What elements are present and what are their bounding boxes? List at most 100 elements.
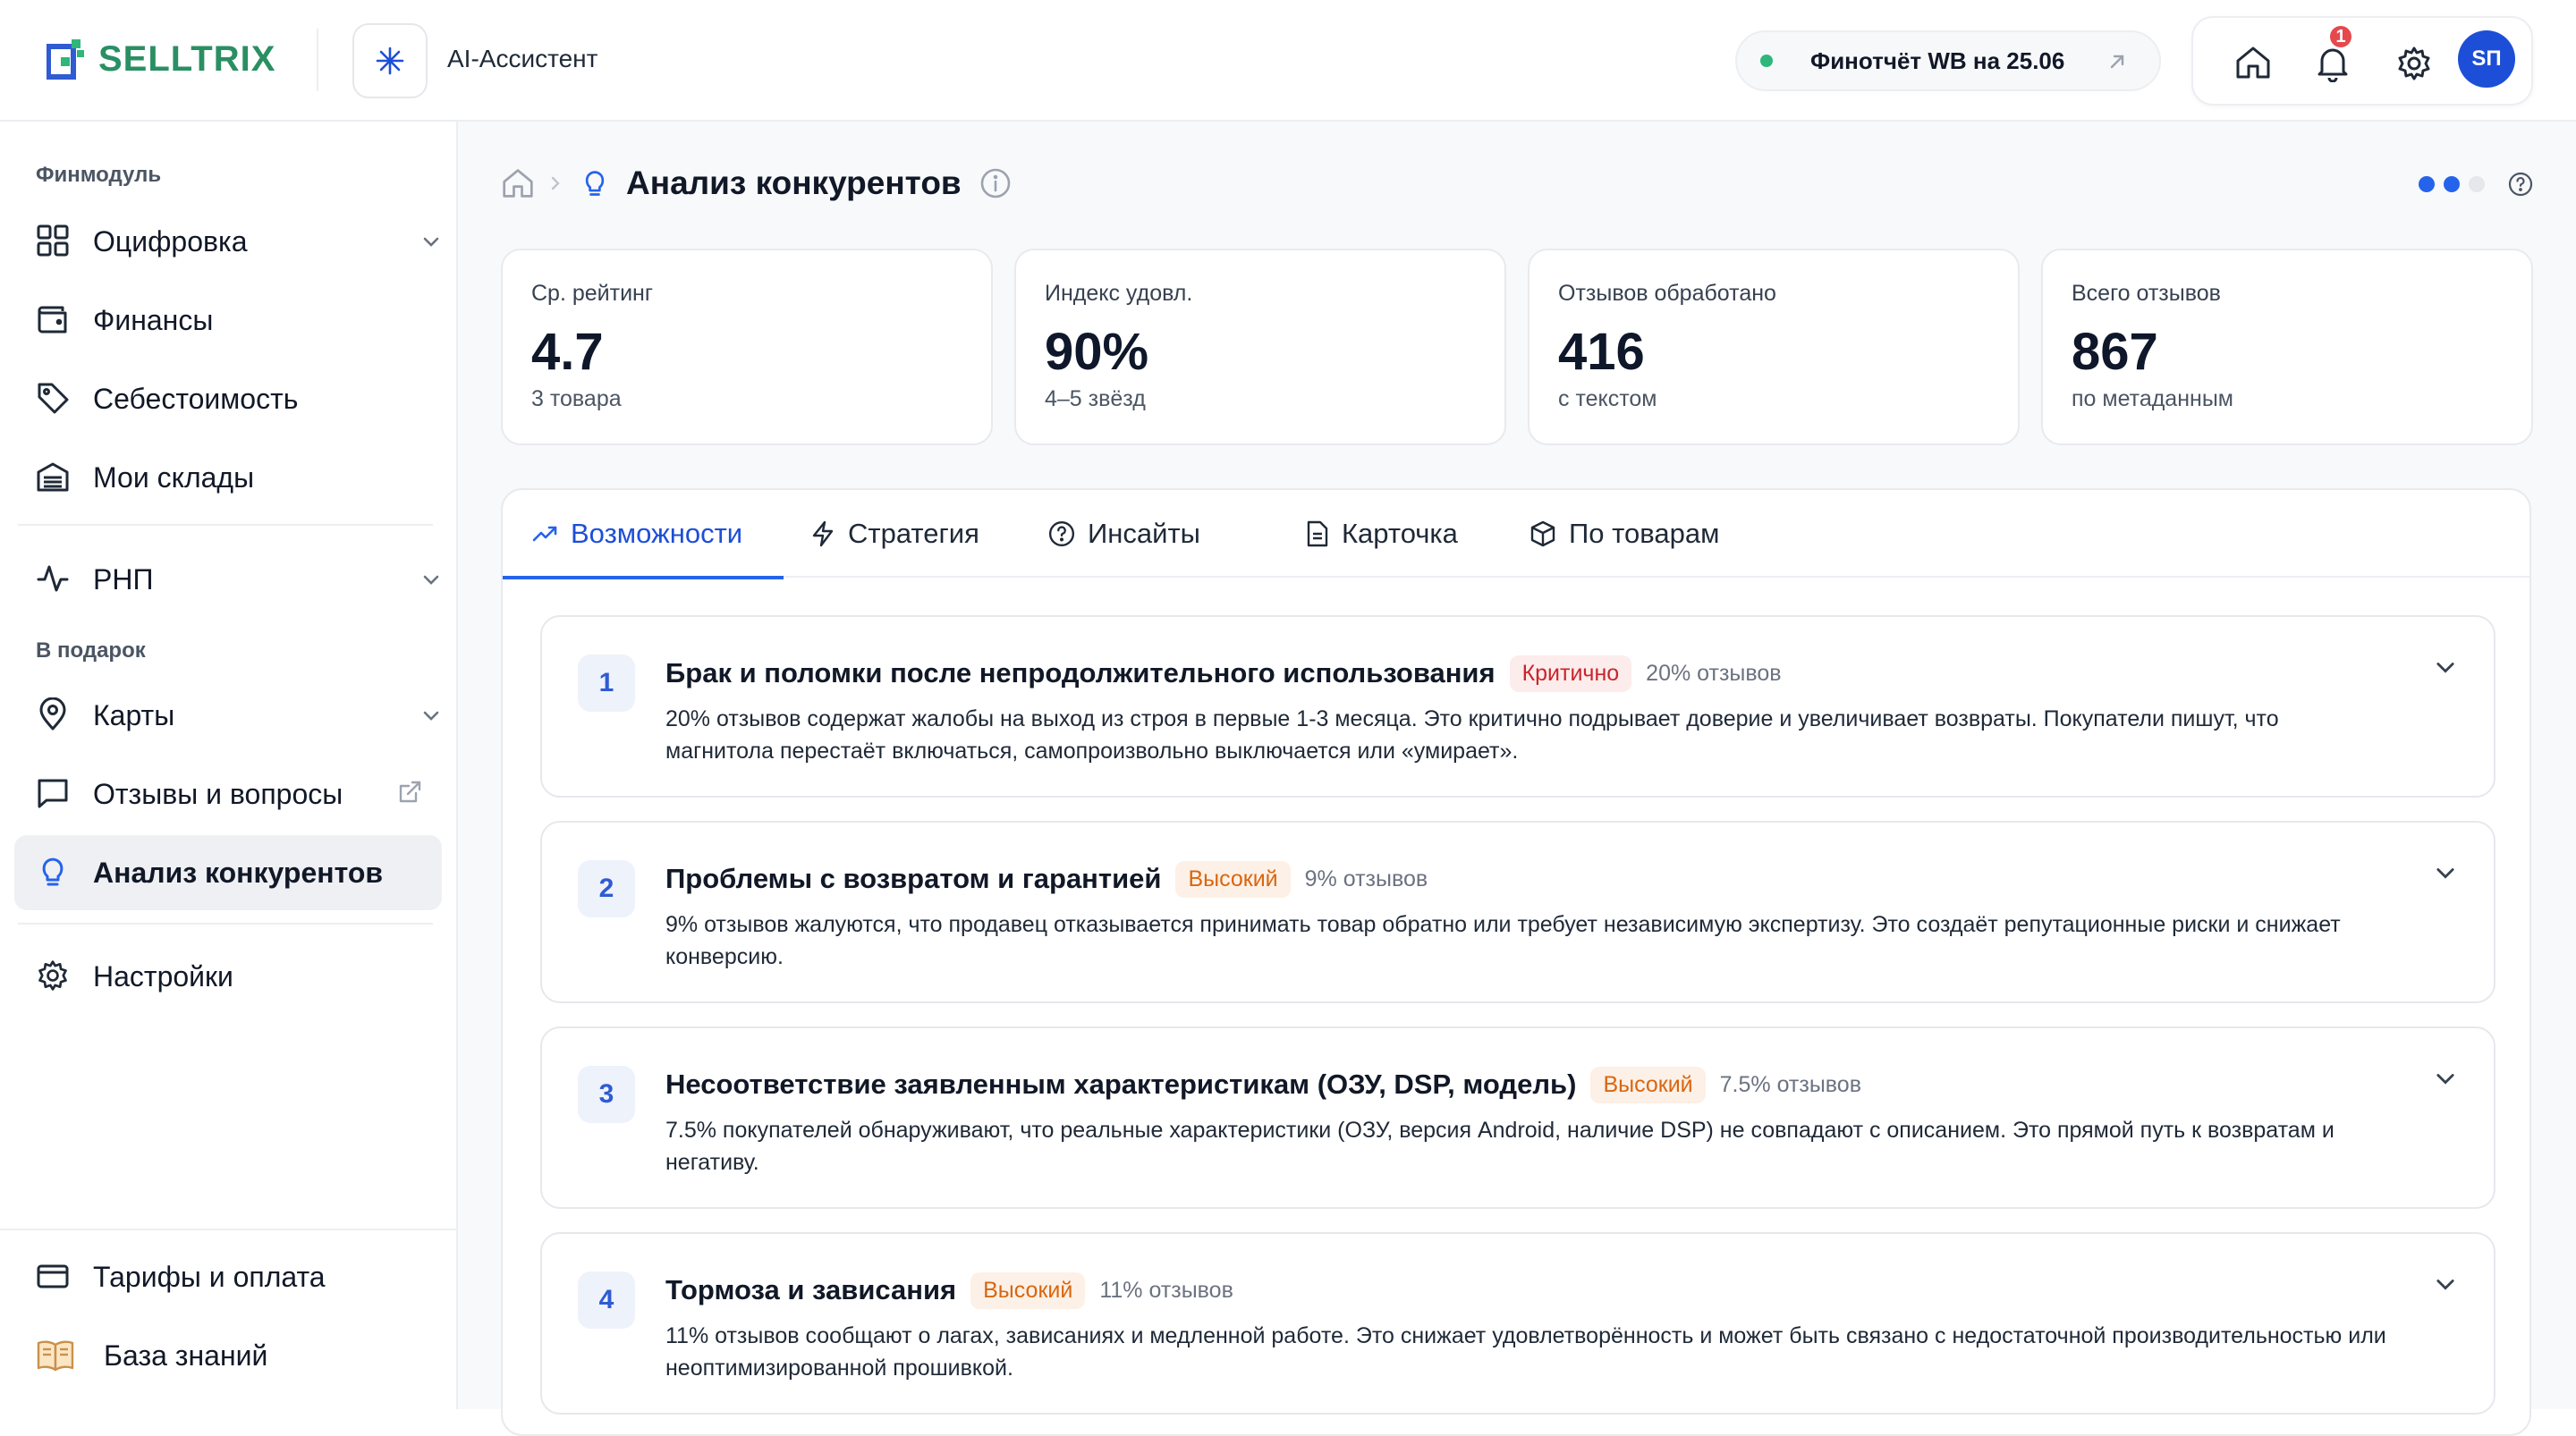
info-icon[interactable]: [979, 167, 1012, 199]
opportunity-card[interactable]: 2 Проблемы с возвратом и гарантией Высок…: [540, 821, 2496, 1003]
activity-icon: [37, 565, 69, 592]
sidebar-item-digitization[interactable]: Оцифровка: [14, 204, 442, 279]
sidebar-item-label: РНП: [93, 562, 154, 596]
sidebar-item-label: Отзывы и вопросы: [93, 777, 343, 810]
item-share: 11% отзывов: [1099, 1277, 1233, 1303]
sidebar-item-warehouses[interactable]: Мои склады: [14, 440, 442, 515]
sidebar-item-label: Анализ конкурентов: [93, 856, 384, 889]
tab-bar: Возможности Стратегия Инсайты Карточка П…: [503, 490, 2529, 579]
tab-insights[interactable]: Инсайты: [1048, 490, 1200, 578]
map-pin-icon: [39, 697, 66, 731]
tab-opportunities[interactable]: Возможности: [503, 490, 784, 579]
tour-pager: [2419, 172, 2533, 197]
gear-icon[interactable]: [2395, 45, 2433, 82]
arrow-up-right-icon: [2110, 55, 2124, 69]
sidebar-item-finance[interactable]: Финансы: [14, 283, 442, 358]
status-dot: [1760, 55, 1773, 67]
tab-by-products[interactable]: По товарам: [1530, 490, 1719, 578]
sidebar-item-rnp[interactable]: РНП: [14, 542, 442, 617]
ai-assistant-button[interactable]: [352, 23, 428, 98]
pager-dot[interactable]: [2469, 176, 2485, 192]
tab-card[interactable]: Карточка: [1306, 490, 1458, 578]
stat-label: Индекс удовл.: [1045, 281, 1193, 306]
top-header: SELLTRIX AI-Ассистент Финотчёт WB на 25.…: [0, 0, 2576, 122]
chevron-down-icon[interactable]: [420, 569, 442, 590]
pager-dot[interactable]: [2444, 176, 2460, 192]
severity-badge: Высокий: [1175, 860, 1291, 898]
tab-label: Карточка: [1342, 518, 1458, 549]
stat-card-rating: Ср. рейтинг 4.7 3 товара: [501, 249, 993, 445]
chevron-down-icon[interactable]: [2433, 1066, 2458, 1091]
item-title: Несоответствие заявленным характеристика…: [665, 1069, 1577, 1100]
stat-value: 416: [1558, 323, 1645, 381]
item-share: 7.5% отзывов: [1719, 1071, 1861, 1097]
chevron-down-icon[interactable]: [2433, 655, 2458, 680]
help-circle-icon[interactable]: [2508, 172, 2533, 197]
severity-badge: Высокий: [1590, 1066, 1706, 1103]
opportunity-card[interactable]: 3 Несоответствие заявленным характеристи…: [540, 1026, 2496, 1209]
file-text-icon: [1307, 520, 1328, 547]
item-number: 2: [578, 860, 635, 917]
header-actions: 1 SП: [2191, 16, 2533, 106]
item-title-row: Тормоза и зависания Высокий 11% отзывов: [665, 1270, 1233, 1311]
help-circle-icon: [1048, 520, 1075, 547]
item-title-row: Брак и поломки после непродолжительного …: [665, 653, 1782, 694]
item-share: 20% отзывов: [1646, 660, 1782, 686]
package-icon: [1530, 520, 1555, 547]
home-icon[interactable]: [2234, 45, 2272, 80]
item-number: 3: [578, 1066, 635, 1123]
sidebar-divider: [18, 923, 433, 925]
message-square-icon: [38, 779, 68, 808]
trending-up-icon: [532, 526, 557, 542]
lightbulb-icon: [585, 171, 605, 196]
sidebar-item-reviews[interactable]: Отзывы и вопросы: [14, 756, 442, 832]
stat-subtitle: с текстом: [1558, 386, 1657, 411]
bell-icon[interactable]: [2315, 45, 2351, 82]
credit-card-icon: [37, 1264, 69, 1288]
notifications-badge: 1: [2327, 23, 2354, 50]
chevron-down-icon[interactable]: [420, 705, 442, 726]
sidebar-item-tariffs[interactable]: Тарифы и оплата: [14, 1239, 442, 1314]
item-number: 4: [578, 1271, 635, 1329]
home-icon[interactable]: [501, 167, 535, 199]
item-number: 1: [578, 655, 635, 712]
user-avatar[interactable]: SП: [2458, 30, 2515, 88]
opportunity-card[interactable]: 4 Тормоза и зависания Высокий 11% отзыво…: [540, 1232, 2496, 1415]
chevron-down-icon[interactable]: [420, 231, 442, 252]
stat-subtitle: 4–5 звёзд: [1045, 386, 1146, 411]
logo-text: SELLTRIX: [98, 38, 276, 79]
tab-label: Возможности: [571, 518, 743, 549]
report-label: Финотчёт WB на 25.06: [1810, 46, 2065, 74]
financial-report-pill[interactable]: Финотчёт WB на 25.06: [1735, 30, 2161, 91]
tab-label: Инсайты: [1088, 518, 1200, 549]
external-link-icon[interactable]: [397, 780, 422, 805]
grid-icon: [37, 224, 69, 257]
chevron-down-icon[interactable]: [2433, 860, 2458, 885]
sidebar-item-maps[interactable]: Карты: [14, 678, 442, 753]
sidebar-item-label: Настройки: [93, 959, 233, 993]
sidebar-item-label: Финансы: [93, 303, 214, 336]
sidebar-item-competitor-analysis[interactable]: Анализ конкурентов: [14, 835, 442, 910]
warehouse-icon: [37, 462, 69, 492]
sidebar-item-cost[interactable]: Себестоимость: [14, 361, 442, 436]
sidebar-item-knowledge-base[interactable]: База знаний: [14, 1318, 442, 1393]
stat-label: Ср. рейтинг: [531, 281, 653, 306]
item-description: 7.5% покупателей обнаруживают, что реаль…: [665, 1118, 2334, 1175]
tab-strategy[interactable]: Стратегия: [810, 490, 979, 578]
sidebar-item-label: Мои склады: [93, 460, 255, 494]
opportunity-card[interactable]: 1 Брак и поломки после непродолжительног…: [540, 615, 2496, 798]
sidebar-item-settings[interactable]: Настройки: [14, 939, 442, 1014]
pager-dot[interactable]: [2419, 176, 2435, 192]
sidebar-divider: [18, 524, 433, 526]
item-title: Брак и поломки после непродолжительного …: [665, 657, 1496, 688]
severity-badge: Критично: [1509, 655, 1632, 692]
logo[interactable]: SELLTRIX: [47, 38, 275, 80]
ai-assistant-label[interactable]: AI-Ассистент: [447, 45, 597, 73]
sidebar-item-label: Карты: [93, 698, 175, 731]
chevron-right-icon: [551, 176, 560, 190]
page-title: Анализ конкурентов: [626, 165, 962, 201]
chevron-down-icon[interactable]: [2433, 1271, 2458, 1297]
item-title: Тормоза и зависания: [665, 1274, 957, 1305]
item-description: 9% отзывов жалуются, что продавец отказы…: [665, 912, 2341, 969]
sidebar: Финмодуль Оцифровка Финансы Себестоимост…: [0, 122, 458, 1409]
